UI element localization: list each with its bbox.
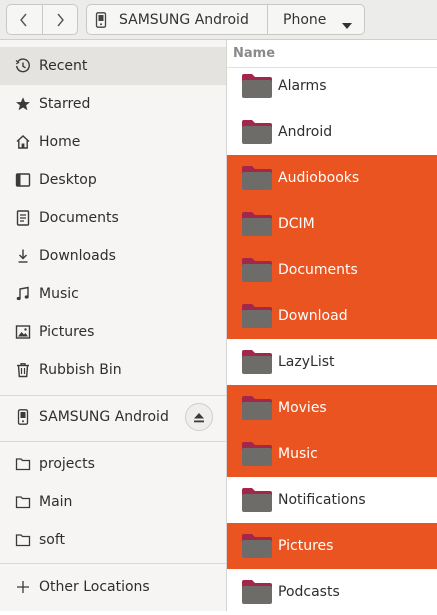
file-row[interactable]: Movies [227,385,437,431]
folder-icon [242,258,272,282]
folder-icon [242,580,272,604]
file-row[interactable]: Documents [227,247,437,293]
back-button[interactable] [7,5,42,34]
pictures-icon [15,324,31,340]
file-list: Name Alarms Android Audiobooks DCIM Document… [227,40,437,611]
path-location-button[interactable]: Phone [268,5,364,34]
sidebar-item-samsung-android[interactable]: SAMSUNG Android [0,398,226,436]
file-row[interactable]: Pictures [227,523,437,569]
sidebar-item-rubbish-bin[interactable]: Rubbish Bin [0,351,226,389]
sidebar-item-projects[interactable]: projects [0,445,226,483]
file-row[interactable]: Notifications [227,477,437,523]
header-bar: SAMSUNG Android Phone [0,0,437,40]
downloads-icon [15,248,31,264]
sidebar-item-label: Pictures [39,324,95,340]
sidebar-item-documents[interactable]: Documents [0,199,226,237]
file-name: Alarms [278,78,327,94]
chevron-left-icon [20,13,27,26]
file-row[interactable]: Download [227,293,437,339]
file-name: Documents [278,262,358,278]
plus-icon [15,579,31,595]
sidebar-item-pictures[interactable]: Pictures [0,313,226,351]
sidebar-item-label: Starred [39,96,91,112]
file-name: Download [278,308,348,324]
chevron-right-icon [57,13,64,26]
file-name: LazyList [278,354,335,370]
file-row[interactable]: Android [227,109,437,155]
caret-down-icon [342,17,352,33]
sidebar-item-label: Desktop [39,172,97,188]
sidebar-item-downloads[interactable]: Downloads [0,237,226,275]
desktop-icon [15,172,31,188]
file-row[interactable]: Podcasts [227,569,437,615]
trash-icon [15,362,31,378]
folder-icon [242,442,272,466]
folder-icon [242,212,272,236]
forward-button[interactable] [41,5,78,34]
file-name: Pictures [278,538,334,554]
sidebar-item-label: soft [39,532,66,548]
nav-buttons [6,4,78,35]
sidebar-item-label: Rubbish Bin [39,362,122,378]
sidebar-item-music[interactable]: Music [0,275,226,313]
sidebar: Recent Starred Home Desktop Documents Do… [0,40,227,611]
file-name: Android [278,124,333,140]
music-icon [15,286,31,302]
folder-icon [242,166,272,190]
folder-icon [242,396,272,420]
folder-icon [242,350,272,374]
sidebar-item-label: SAMSUNG Android [39,409,169,425]
folder-icon [15,456,31,472]
sidebar-item-label: Music [39,286,79,302]
folder-icon [242,304,272,328]
file-row[interactable]: Alarms [227,63,437,109]
sidebar-item-soft[interactable]: soft [0,521,226,559]
file-row[interactable]: Audiobooks [227,155,437,201]
phone-icon [15,409,31,425]
sidebar-item-label: Home [39,134,81,150]
folder-icon [15,532,31,548]
documents-icon [15,210,31,226]
sidebar-separator [0,441,226,442]
file-name: Movies [278,400,327,416]
file-row[interactable]: Music [227,431,437,477]
file-name: Audiobooks [278,170,360,186]
file-name: Music [278,446,318,462]
folder-icon [242,488,272,512]
sidebar-item-recent[interactable]: Recent [0,47,226,85]
sidebar-item-label: Recent [39,58,88,74]
folder-icon [15,494,31,510]
path-bar: SAMSUNG Android Phone [86,4,365,35]
sidebar-item-starred[interactable]: Starred [0,85,226,123]
file-row[interactable]: DCIM [227,201,437,247]
sidebar-item-label: Downloads [39,248,116,264]
path-device-label: SAMSUNG Android [119,11,249,28]
home-icon [15,134,31,150]
star-icon [15,96,31,112]
phone-icon [95,11,107,28]
file-row[interactable]: LazyList [227,339,437,385]
folder-icon [242,534,272,558]
file-name: DCIM [278,216,315,232]
file-name: Podcasts [278,584,340,600]
sidebar-item-desktop[interactable]: Desktop [0,161,226,199]
path-device-button[interactable]: SAMSUNG Android [87,5,268,34]
sidebar-item-home[interactable]: Home [0,123,226,161]
eject-button[interactable] [185,403,213,431]
sidebar-item-label: projects [39,456,95,472]
sidebar-item-label: Main [39,494,73,510]
folder-icon [242,120,272,144]
sidebar-item-other-locations[interactable]: Other Locations [0,568,226,606]
file-name: Notifications [278,492,366,508]
sidebar-item-label: Other Locations [39,579,150,595]
sidebar-item-main[interactable]: Main [0,483,226,521]
sidebar-item-label: Documents [39,210,119,226]
eject-icon [194,412,204,422]
sidebar-separator [0,563,226,564]
recent-icon [15,58,31,74]
path-location-label: Phone [283,11,327,28]
folder-icon [242,74,272,98]
sidebar-separator [0,395,226,396]
